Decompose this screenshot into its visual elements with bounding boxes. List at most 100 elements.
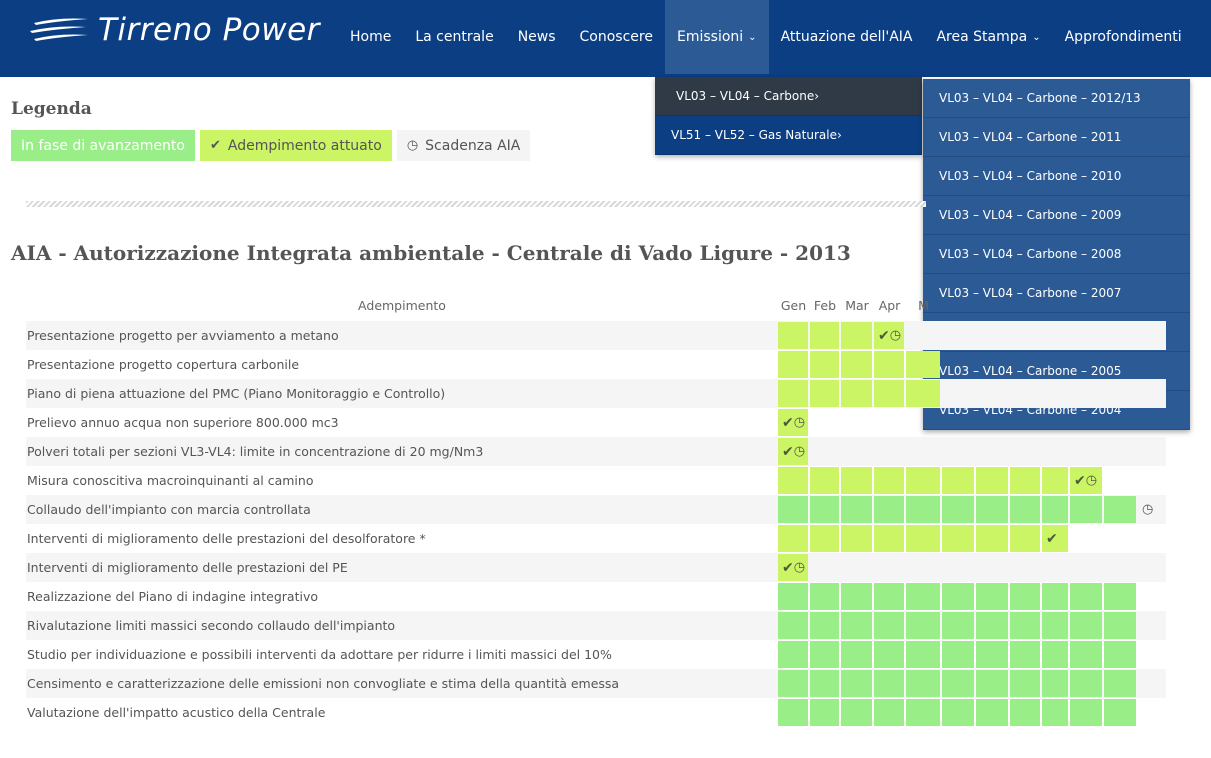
- clock-icon: ◷: [1142, 502, 1154, 517]
- timeline-cell: [976, 699, 1008, 726]
- legend-in-progress-label: In fase di avanzamento: [21, 137, 185, 154]
- month-header-m: M: [918, 298, 929, 313]
- table-row: Censimento e caratterizzazione delle emi…: [26, 669, 1166, 698]
- timeline-cell: [810, 467, 839, 494]
- timeline-cell: [1104, 496, 1136, 523]
- timeline-cell: [942, 699, 974, 726]
- nav-item-label: Home: [350, 29, 392, 45]
- nav-item-approfondimenti[interactable]: Approfondimenti: [1053, 0, 1194, 74]
- timeline-cell: [874, 670, 904, 697]
- check-icon: ✔: [1046, 530, 1058, 547]
- table-row: Interventi di miglioramento delle presta…: [26, 524, 1166, 553]
- row-label: Polveri totali per sezioni VL3-VL4: limi…: [27, 444, 484, 459]
- row-label: Misura conoscitiva macroinquinanti al ca…: [27, 473, 314, 488]
- nav-item-home[interactable]: Home: [338, 0, 403, 74]
- divider: [26, 201, 926, 207]
- timeline-cell: [906, 467, 940, 494]
- row-label: Realizzazione del Piano di indagine inte…: [27, 589, 318, 604]
- logo-wave-icon: [30, 18, 88, 41]
- timeline-cell: [841, 612, 872, 639]
- timeline-cell: [1042, 583, 1068, 610]
- timeline-cell: [1042, 641, 1068, 668]
- row-label: Valutazione dell'impatto acustico della …: [27, 705, 326, 720]
- brand-name: Tirreno Power: [98, 12, 320, 48]
- table-row: Studio per individuazione e possibili in…: [26, 640, 1166, 669]
- timeline-cell: [942, 496, 974, 523]
- timeline-cell: [976, 467, 1008, 494]
- table-row: Interventi di miglioramento delle presta…: [26, 553, 1166, 582]
- timeline-cell: [778, 699, 808, 726]
- timeline-cell: [976, 612, 1008, 639]
- check-icon: ✔: [782, 443, 794, 460]
- submenu-item-vl03-vl04-carbone-2012-13[interactable]: VL03 – VL04 – Carbone – 2012/13: [923, 79, 1190, 118]
- timeline-cell: [942, 612, 974, 639]
- table-row: Presentazione progetto per avviamento a …: [26, 321, 1166, 350]
- timeline-cell: [1010, 699, 1040, 726]
- nav-item-news[interactable]: News: [506, 0, 568, 74]
- menu-item-vl51-vl52-gas-naturale[interactable]: VL51 – VL52 – Gas Naturale ›: [655, 116, 922, 155]
- timeline-cell: [810, 612, 839, 639]
- timeline-cell: [976, 641, 1008, 668]
- table-row: Misura conoscitiva macroinquinanti al ca…: [26, 466, 1166, 495]
- submenu-item-vl03-vl04-carbone-2008[interactable]: VL03 – VL04 – Carbone – 2008: [923, 235, 1190, 274]
- nav-item-conoscere[interactable]: Conoscere: [568, 0, 665, 74]
- row-label: Rivalutazione limiti massici secondo col…: [27, 618, 396, 633]
- timeline-cell: [841, 525, 872, 552]
- chevron-right-icon: ›: [814, 89, 820, 103]
- chevron-down-icon: ⌄: [748, 31, 757, 43]
- status-mark: ✔ ◷: [878, 321, 901, 350]
- row-label: Censimento e caratterizzazione delle emi…: [27, 676, 620, 691]
- table-row: Valutazione dell'impatto acustico della …: [26, 698, 1166, 727]
- month-header-feb: Feb: [813, 298, 837, 313]
- row-label: Studio per individuazione e possibili in…: [27, 647, 612, 662]
- timeline-cell: [976, 496, 1008, 523]
- status-mark: ✔ ◷: [1074, 466, 1097, 495]
- timeline-cell: [906, 496, 940, 523]
- main-nav: Home La centrale News Conoscere Emissioni ⌄ At…: [338, 0, 1194, 74]
- legend-title: Legenda: [11, 99, 92, 119]
- timeline-cell: [810, 496, 839, 523]
- status-mark: ✔ ◷: [782, 553, 805, 582]
- timeline-cell: [810, 699, 839, 726]
- timeline-cell: [1042, 612, 1068, 639]
- check-icon: ✔: [878, 327, 890, 344]
- clock-icon: ◷: [793, 444, 806, 459]
- logo[interactable]: Tirreno Power: [28, 10, 320, 50]
- timeline-cell: [841, 467, 872, 494]
- timeline-cell: [906, 641, 940, 668]
- menu-item-label: VL51 – VL52 – Gas Naturale: [671, 128, 837, 142]
- month-header-gen: Gen: [780, 298, 807, 313]
- timeline-cell: [778, 583, 808, 610]
- submenu-item-label: VL03 – VL04 – Carbone – 2012/13: [939, 91, 1141, 105]
- nav-item-emissioni[interactable]: Emissioni ⌄: [664, 0, 769, 74]
- nav-item-attuazione-dell-aia[interactable]: Attuazione dell'AIA: [769, 0, 925, 74]
- timeline-cell: [874, 351, 904, 378]
- table-row: Rivalutazione limiti massici secondo col…: [26, 611, 1166, 640]
- timeline-cell: [874, 496, 904, 523]
- menu-item-vl03-vl04-carbone[interactable]: VL03 – VL04 – Carbone ›: [655, 77, 922, 116]
- timeline-cell: [1042, 496, 1068, 523]
- nav-item-la-centrale[interactable]: La centrale: [403, 0, 505, 74]
- submenu-item-vl03-vl04-carbone-2009[interactable]: VL03 – VL04 – Carbone – 2009: [923, 196, 1190, 235]
- timeline-cell: [1104, 641, 1136, 668]
- row-label: Presentazione progetto copertura carboni…: [27, 357, 300, 372]
- submenu-item-vl03-vl04-carbone-2010[interactable]: VL03 – VL04 – Carbone – 2010: [923, 157, 1190, 196]
- timeline-cell: [1042, 467, 1068, 494]
- submenu-item-vl03-vl04-carbone-2011[interactable]: VL03 – VL04 – Carbone – 2011: [923, 118, 1190, 157]
- clock-icon: ◷: [793, 415, 806, 430]
- legend-done: ✔ Adempimento attuato: [199, 130, 392, 161]
- submenu-item-vl03-vl04-carbone-2007[interactable]: VL03 – VL04 – Carbone – 2007: [923, 274, 1190, 313]
- timeline-cell: [841, 583, 872, 610]
- timeline-cell: [1104, 670, 1136, 697]
- chevron-down-icon: ⌄: [1032, 31, 1041, 43]
- timeline-cell: [906, 583, 940, 610]
- menu-item-label: VL03 – VL04 – Carbone: [676, 89, 815, 103]
- timeline-cell: [874, 525, 904, 552]
- timeline-cell: [810, 351, 839, 378]
- nav-item-area-stampa[interactable]: Area Stampa ⌄: [924, 0, 1052, 74]
- timeline-cell: [906, 351, 940, 378]
- timeline-cell: [841, 641, 872, 668]
- row-label: Piano di piena attuazione del PMC (Piano…: [27, 386, 446, 401]
- timeline-cell: [1010, 583, 1040, 610]
- timeline-cell: [906, 670, 940, 697]
